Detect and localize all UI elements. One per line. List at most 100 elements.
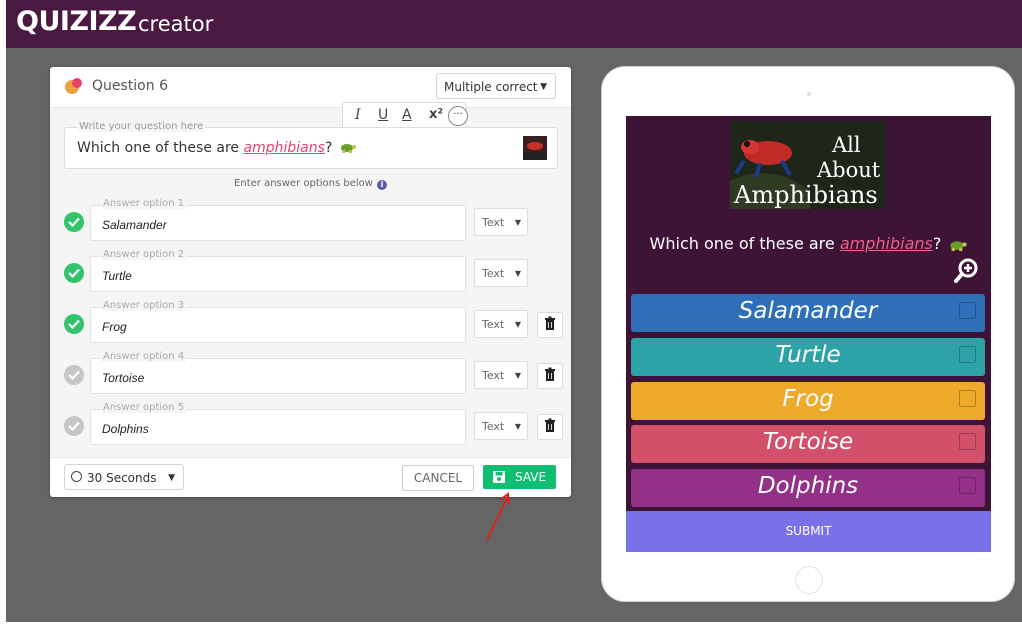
check-icon (68, 319, 80, 329)
preview-question-text: Which one of these are amphibians? (626, 234, 991, 253)
answer-type-value: Text (482, 267, 505, 280)
top-bar: QUIZIZZ creator (6, 0, 1022, 48)
answer-option-label: Answer option 3 (101, 300, 187, 311)
chevron-down-icon: ▼ (514, 218, 521, 227)
question-input[interactable]: Write your question here Which one of th… (64, 121, 558, 169)
preview-option-checkbox[interactable] (959, 477, 976, 494)
answer-option-label: Answer option 5 (101, 402, 187, 413)
answer-option-value: Tortoise (102, 371, 145, 385)
check-icon (68, 421, 80, 431)
chevron-down-icon: ▼ (514, 422, 521, 431)
more-options-button[interactable]: ··· (448, 106, 468, 126)
preview-option-text: Dolphins (757, 473, 859, 499)
answer-option-input[interactable]: Answer option 5 Dolphins (90, 402, 466, 445)
answer-type-select[interactable]: Text ▼ (474, 310, 528, 338)
answer-hint: Enter answer options below i (50, 178, 571, 190)
preview-image-line-1: All (832, 133, 861, 157)
question-text-start: Which one of these are (77, 140, 244, 156)
question-input-label: Write your question here (77, 121, 206, 132)
cancel-button[interactable]: CANCEL (402, 465, 474, 491)
submit-button[interactable]: SUBMIT (626, 511, 991, 552)
preview-question-highlight: amphibians (839, 234, 933, 253)
question-type-icon (65, 78, 82, 94)
save-button-label: SAVE (515, 470, 547, 484)
question-text[interactable]: Which one of these are amphibians? (77, 140, 356, 156)
answer-type-value: Text (482, 318, 505, 331)
delete-option-button[interactable] (537, 414, 563, 440)
preview-option[interactable]: Turtle (631, 338, 985, 376)
answer-type-value: Text (482, 420, 505, 433)
question-image-thumbnail[interactable] (523, 136, 547, 160)
answer-type-select[interactable]: Text ▼ (474, 412, 528, 440)
answer-option-input[interactable]: Answer option 2 Turtle (90, 249, 466, 292)
chevron-down-icon: ▼ (514, 320, 521, 329)
annotation-arrow-icon (486, 492, 510, 541)
preview-option[interactable]: Dolphins (631, 469, 985, 507)
delete-option-button[interactable] (537, 312, 563, 338)
answer-option-value: Frog (102, 320, 127, 334)
text-color-button[interactable]: A (402, 107, 412, 123)
preview-image-line-2: About (817, 158, 881, 182)
answer-hint-text: Enter answer options below (234, 178, 373, 189)
trash-icon (545, 316, 555, 330)
delete-option-button[interactable] (537, 363, 563, 389)
check-icon (68, 370, 80, 380)
chevron-down-icon: ▼ (540, 82, 547, 92)
timer-select[interactable]: 30 Seconds ▼ (64, 464, 184, 490)
preview-question-image: All About Amphibians (730, 121, 886, 209)
turtle-emoji-icon (950, 241, 968, 251)
answer-option-value: Turtle (102, 269, 132, 283)
preview-option-checkbox[interactable] (959, 346, 976, 363)
answer-option-input[interactable]: Answer option 4 Tortoise (90, 351, 466, 394)
preview-option-checkbox[interactable] (959, 433, 976, 450)
preview-option-text: Turtle (775, 342, 841, 368)
preview-option-checkbox[interactable] (959, 302, 976, 319)
preview-question-start: Which one of these are (649, 234, 840, 253)
superscript-button[interactable]: x² (429, 107, 443, 122)
answer-option-value: Dolphins (102, 422, 149, 436)
answer-option-label: Answer option 2 (101, 249, 187, 260)
chevron-down-icon: ▼ (514, 269, 521, 278)
italic-button[interactable]: I (355, 107, 361, 123)
answer-type-value: Text (482, 369, 505, 382)
preview-image-line-3: Amphibians (734, 181, 878, 209)
question-type-select[interactable]: Multiple correct ▼ (436, 73, 556, 99)
preview-option-text: Tortoise (762, 429, 854, 455)
chevron-down-icon: ▼ (168, 473, 175, 483)
answer-type-select[interactable]: Text ▼ (474, 208, 528, 236)
trash-icon (545, 367, 555, 381)
preview-option-checkbox[interactable] (959, 390, 976, 407)
timer-value: 30 Seconds (87, 471, 157, 485)
correct-toggle[interactable] (64, 212, 84, 232)
question-number: Question 6 (92, 78, 168, 94)
correct-toggle[interactable] (64, 416, 84, 436)
camera-dot (807, 92, 811, 96)
logo-subtitle: creator (138, 12, 214, 36)
check-icon (68, 217, 80, 227)
preview-option[interactable]: Salamander (631, 294, 985, 332)
correct-toggle[interactable] (64, 365, 84, 385)
correct-toggle[interactable] (64, 263, 84, 283)
question-type-value: Multiple correct (444, 80, 538, 94)
zoom-in-icon[interactable] (954, 257, 980, 283)
preview-option[interactable]: Frog (631, 382, 985, 420)
question-editor: Question 6 Multiple correct ▼ I U A x² ·… (50, 67, 571, 497)
trash-icon (545, 418, 555, 432)
save-button[interactable]: SAVE (483, 465, 556, 489)
chevron-down-icon: ▼ (514, 371, 521, 380)
save-icon (493, 471, 505, 483)
answer-option-value: Salamander (102, 218, 167, 232)
answer-type-select[interactable]: Text ▼ (474, 361, 528, 389)
answer-option-label: Answer option 4 (101, 351, 187, 362)
check-icon (68, 268, 80, 278)
question-text-end: ? (324, 140, 333, 156)
answer-option-input[interactable]: Answer option 1 Salamander (90, 198, 466, 241)
underline-button[interactable]: U (378, 107, 388, 123)
preview-option-text: Frog (782, 386, 834, 412)
answer-type-select[interactable]: Text ▼ (474, 259, 528, 287)
info-icon[interactable]: i (376, 180, 387, 190)
answer-option-input[interactable]: Answer option 3 Frog (90, 300, 466, 343)
quizizz-logo[interactable]: QUIZIZZ (16, 6, 137, 37)
correct-toggle[interactable] (64, 314, 84, 334)
preview-option[interactable]: Tortoise (631, 425, 985, 463)
